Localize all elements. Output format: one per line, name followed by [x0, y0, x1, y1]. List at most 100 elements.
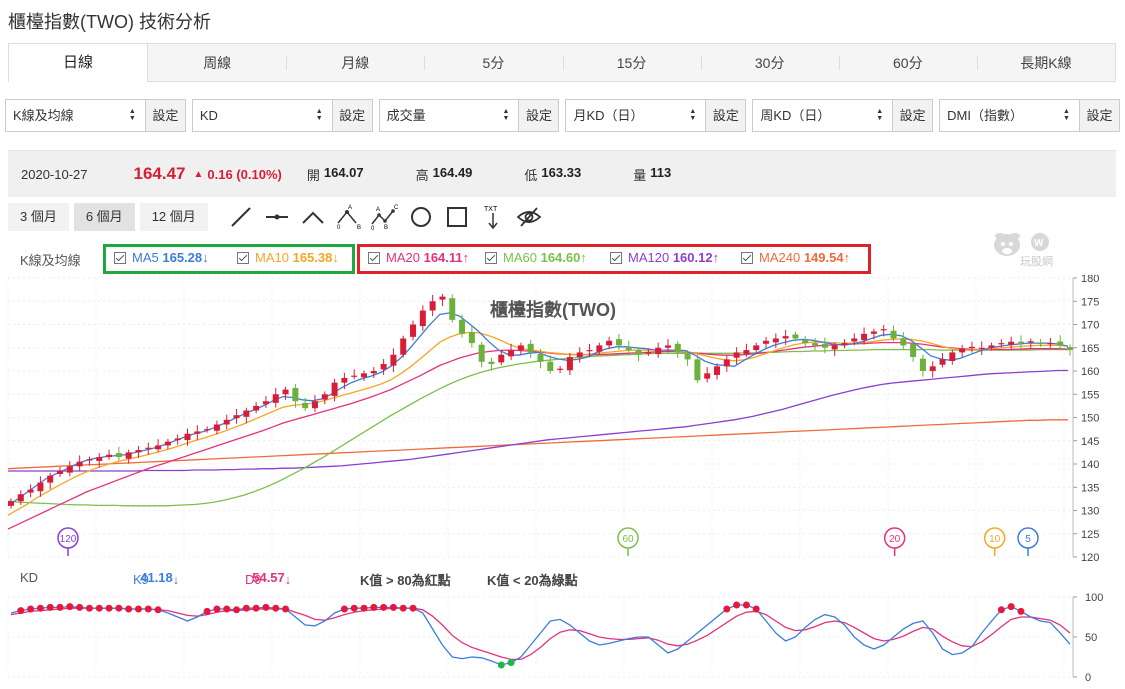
- tab-0[interactable]: 日線: [9, 44, 149, 82]
- angle-line-icon[interactable]: [295, 203, 331, 231]
- kd-y-tick-label: 0: [1085, 672, 1091, 684]
- abcd-pattern-icon[interactable]: 0 A B C: [367, 203, 403, 231]
- svg-text:A: A: [348, 205, 352, 211]
- logo-text: 玩股網: [1020, 254, 1053, 268]
- tab-7[interactable]: 長期K線: [976, 44, 1115, 81]
- horizontal-line-icon[interactable]: [259, 203, 295, 231]
- marker-label: 60: [622, 534, 634, 545]
- indicator-select[interactable]: KD ▲ ▼: [191, 99, 332, 132]
- y-tick-label: 140: [1081, 459, 1099, 471]
- settings-button[interactable]: 設定: [705, 99, 747, 132]
- tab-4[interactable]: 15分: [562, 44, 701, 81]
- ma-item-ma20[interactable]: MA20 164.11↑: [368, 250, 469, 265]
- site-logo: W 玩股網: [990, 228, 1060, 275]
- k9-legend: K9 41.18 ↓: [133, 570, 179, 587]
- candle-body: [66, 466, 73, 473]
- quote-price: 164.47: [133, 164, 186, 183]
- kd-red-dot: [27, 605, 35, 613]
- candle-body: [763, 340, 770, 344]
- kd-red-dot: [115, 604, 123, 612]
- d9-label: D9: [245, 572, 262, 587]
- candle-body: [851, 338, 858, 342]
- price-chart[interactable]: 120 125 130 135 140 145 150 155 160 165 170 175 180 櫃…: [0, 275, 1125, 565]
- select-arrows-icon: ▲ ▼: [315, 108, 323, 122]
- y-tick-label: 135: [1081, 482, 1099, 494]
- checkbox-icon[interactable]: [237, 252, 249, 264]
- kd-chart[interactable]: 0 50 100: [0, 590, 1125, 689]
- checkbox-icon[interactable]: [368, 252, 380, 264]
- kd-note-green: K值 < 20為綠點: [487, 573, 578, 588]
- range-button[interactable]: 12 個月: [139, 203, 208, 231]
- candle-body: [311, 401, 318, 409]
- kd-red-dot: [723, 605, 731, 613]
- candle-body: [586, 350, 593, 352]
- text-tool-icon[interactable]: TXT: [475, 203, 511, 231]
- y-tick-label: 120: [1081, 552, 1099, 564]
- indicator-select[interactable]: K線及均線 ▲ ▼: [5, 99, 145, 132]
- candle-body: [694, 359, 701, 381]
- settings-button[interactable]: 設定: [1078, 99, 1120, 132]
- checkbox-icon[interactable]: [114, 252, 126, 264]
- ma-item-ma120[interactable]: MA120 160.12↑: [610, 250, 719, 265]
- range-button[interactable]: 3 個月: [8, 203, 69, 231]
- marker-label: 120: [60, 534, 77, 545]
- candle-body: [537, 354, 544, 362]
- settings-button[interactable]: 設定: [518, 99, 560, 132]
- kd-red-dot: [105, 604, 113, 612]
- settings-button[interactable]: 設定: [144, 99, 186, 132]
- kd-red-dot: [380, 603, 388, 611]
- y-tick-label: 175: [1081, 296, 1099, 308]
- candle-body: [1047, 343, 1054, 345]
- range-button[interactable]: 6 個月: [73, 203, 135, 231]
- rectangle-tool-icon[interactable]: [439, 203, 475, 231]
- candle-body: [880, 329, 887, 331]
- ma-marker-20: 20: [883, 527, 906, 556]
- ma-item-ma60[interactable]: MA60 164.60↑: [485, 250, 587, 265]
- ma-name: MA240: [759, 250, 801, 265]
- tab-5[interactable]: 30分: [700, 44, 839, 81]
- line-tool-icon[interactable]: [223, 203, 259, 231]
- candle-body: [557, 368, 564, 370]
- ma-direction: ↑: [712, 250, 720, 265]
- ma-line-ma60: [7, 348, 1068, 507]
- tab-3[interactable]: 5分: [424, 44, 562, 81]
- kd-red-dot: [1007, 603, 1015, 611]
- selector-group-4: 周KD（日） ▲ ▼ 設定: [752, 99, 934, 132]
- ma-item-ma240[interactable]: MA240 149.54↑: [741, 250, 850, 265]
- ma-direction: ↑: [580, 250, 587, 265]
- candle-body: [802, 340, 809, 344]
- candle-body: [890, 330, 897, 339]
- indicator-select[interactable]: 周KD（日） ▲ ▼: [752, 99, 893, 132]
- indicator-select[interactable]: 月KD（日） ▲ ▼: [565, 99, 706, 132]
- kd-red-dot: [742, 601, 750, 609]
- kd-red-dot: [252, 604, 260, 612]
- candle-body: [272, 394, 279, 403]
- svg-text:W: W: [1034, 238, 1044, 249]
- hide-drawings-icon[interactable]: [511, 203, 547, 231]
- indicator-select[interactable]: DMI（指數） ▲ ▼: [939, 99, 1079, 132]
- abc-pattern-icon[interactable]: 0 A B: [331, 203, 367, 231]
- ma-item-ma5[interactable]: MA5 165.28↓: [114, 250, 209, 265]
- checkbox-icon[interactable]: [485, 252, 497, 264]
- circle-tool-icon[interactable]: [403, 203, 439, 231]
- candle-body: [135, 450, 142, 453]
- ma-item-ma10[interactable]: MA10 165.38↓: [237, 250, 339, 265]
- ma-value: 164.11: [423, 250, 463, 265]
- indicator-select[interactable]: 成交量 ▲ ▼: [378, 99, 519, 132]
- tab-6[interactable]: 60分: [838, 44, 977, 81]
- settings-button[interactable]: 設定: [892, 99, 934, 132]
- kd-red-dot: [282, 605, 290, 613]
- settings-button[interactable]: 設定: [331, 99, 373, 132]
- high-label: 高: [415, 167, 429, 183]
- checkbox-icon[interactable]: [610, 252, 622, 264]
- candle-body: [498, 354, 505, 363]
- kd-red-dot: [223, 605, 231, 613]
- checkbox-icon[interactable]: [741, 252, 753, 264]
- tab-1[interactable]: 周線: [148, 44, 286, 81]
- tab-2[interactable]: 月線: [286, 44, 424, 81]
- candle-body: [645, 352, 652, 354]
- candle-body: [361, 373, 367, 378]
- kd-red-dot: [46, 603, 54, 611]
- candle-body: [262, 401, 269, 405]
- ma-legend-label: K線及均線: [20, 253, 81, 268]
